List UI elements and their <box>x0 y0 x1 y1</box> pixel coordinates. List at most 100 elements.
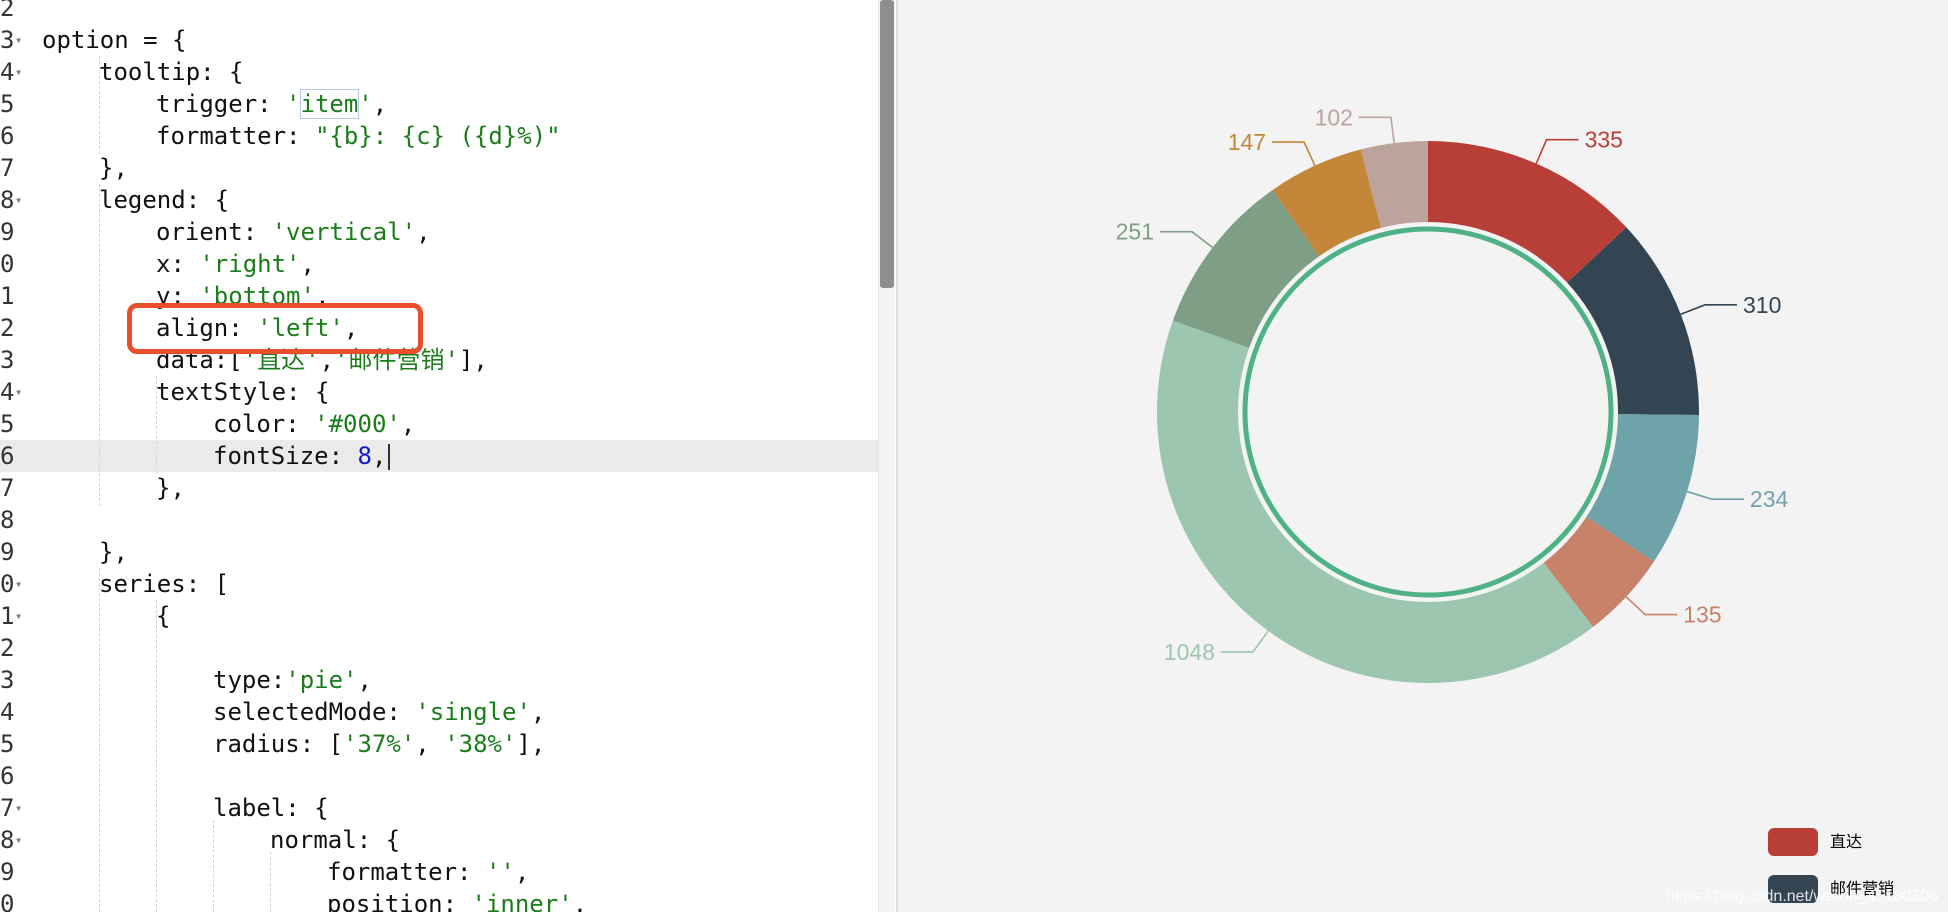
code-line[interactable]: 8 ▾ normal: { <box>0 824 895 856</box>
line-number: 2 <box>0 314 15 342</box>
code-line[interactable]: 5 trigger: 'item', <box>0 88 895 120</box>
fold-toggle-icon[interactable]: ▾ <box>15 824 22 856</box>
code-text[interactable]: formatter: '', <box>327 856 529 888</box>
line-number: 3 <box>0 346 15 374</box>
code-line[interactable]: 4 ▾ tooltip: { <box>0 56 895 88</box>
code-token: '37%' <box>343 730 416 758</box>
code-text[interactable]: radius: ['37%', '38%'], <box>213 728 545 760</box>
code-text[interactable]: option = { <box>42 24 187 56</box>
fold-toggle-icon[interactable]: ▾ <box>15 600 22 632</box>
code-line[interactable]: 0 position: 'inner', <box>0 888 895 912</box>
code-token: 'inner' <box>471 890 573 912</box>
code-text[interactable]: textStyle: { <box>156 376 329 408</box>
code-token: 'single' <box>415 698 531 726</box>
line-number: 3 <box>0 26 15 54</box>
code-line[interactable]: 7}, <box>0 152 895 184</box>
editor-scrollbar-thumb[interactable] <box>880 0 894 288</box>
code-token: color: <box>213 410 315 438</box>
code-token: legend: { <box>99 186 230 214</box>
code-token: formatter: <box>156 122 315 150</box>
fold-toggle-icon[interactable]: ▾ <box>15 792 22 824</box>
code-token: = <box>143 26 158 54</box>
code-text[interactable]: trigger: 'item', <box>156 88 387 120</box>
code-token: { <box>157 26 187 54</box>
code-text[interactable]: position: 'inner', <box>327 888 587 912</box>
code-text[interactable]: label: { <box>213 792 329 824</box>
line-number: 4 <box>0 698 15 726</box>
code-text[interactable]: }, <box>99 152 128 184</box>
fold-toggle-icon[interactable]: ▾ <box>15 568 22 600</box>
code-token: , <box>416 218 431 246</box>
code-text[interactable]: series: [ <box>99 568 229 600</box>
chart-preview-pane: 335 310 234 135 1048 251 147 102 直达 邮件营销 https:… <box>896 0 1948 912</box>
code-line[interactable]: 4 ▾ textStyle: { <box>0 376 895 408</box>
code-text[interactable]: legend: { <box>99 184 229 216</box>
code-line[interactable]: 9 formatter: '', <box>0 856 895 888</box>
code-line[interactable]: 3 type:'pie', <box>0 664 895 696</box>
code-line[interactable]: 4 selectedMode: 'single', <box>0 696 895 728</box>
slice-value-label: 135 <box>1683 602 1721 628</box>
code-token: , <box>372 90 388 118</box>
code-text[interactable]: type:'pie', <box>213 664 372 696</box>
code-line[interactable]: 9 orient: 'vertical', <box>0 216 895 248</box>
code-line[interactable]: 9}, <box>0 536 895 568</box>
code-line[interactable]: 5 radius: ['37%', '38%'], <box>0 728 895 760</box>
code-token: selectedMode: <box>213 698 416 726</box>
fold-toggle-icon[interactable]: ▾ <box>15 24 22 56</box>
code-token: fontSize: <box>213 442 358 470</box>
code-token: orient: <box>156 218 272 246</box>
code-line[interactable]: 7}, <box>0 472 895 504</box>
code-token: formatter: <box>327 858 486 886</box>
code-line[interactable]: 0 ▾ series: [ <box>0 568 895 600</box>
code-text[interactable]: fontSize: 8, <box>213 440 391 472</box>
code-editor[interactable]: 2 3 ▾ option = {4 ▾ tooltip: {5 trigger: 'item… <box>0 0 895 912</box>
code-text[interactable]: { <box>156 600 170 632</box>
code-token: tooltip: { <box>99 58 244 86</box>
legend-item-zhida[interactable]: 直达 <box>1768 828 1928 858</box>
code-line[interactable]: 3 ▾ option = { <box>0 24 895 56</box>
code-token: ], <box>458 346 488 374</box>
line-number: 5 <box>0 730 15 758</box>
fold-toggle-icon[interactable]: ▾ <box>15 376 22 408</box>
line-number: 4 <box>0 378 15 406</box>
code-text[interactable]: selectedMode: 'single', <box>213 696 545 728</box>
legend-label: 直达 <box>1830 832 1863 851</box>
code-line[interactable]: 0 x: 'right', <box>0 248 895 280</box>
code-line[interactable]: 2 <box>0 632 895 664</box>
code-token: '38%' <box>444 730 517 758</box>
line-number: 9 <box>0 218 15 246</box>
line-number: 1 <box>0 602 15 630</box>
code-line[interactable]: 7 ▾ label: { <box>0 792 895 824</box>
code-text[interactable]: normal: { <box>270 824 400 856</box>
code-line[interactable]: 5 color: '#000', <box>0 408 895 440</box>
donut-chart: 335 310 234 135 1048 251 147 102 <box>1116 104 1788 683</box>
code-line[interactable]: 6 <box>0 760 895 792</box>
indent-guide <box>99 184 100 506</box>
code-line[interactable]: 8 ▾ legend: { <box>0 184 895 216</box>
code-line[interactable]: 8 <box>0 504 895 536</box>
code-line[interactable]: 1 ▾ { <box>0 600 895 632</box>
fold-toggle-icon[interactable]: ▾ <box>15 56 22 88</box>
code-token: x: <box>156 250 200 278</box>
code-text[interactable]: color: '#000', <box>213 408 415 440</box>
code-text[interactable]: orient: 'vertical', <box>156 216 431 248</box>
code-line[interactable]: 6 formatter: "{b}: {c} ({d}%)" <box>0 120 895 152</box>
code-line[interactable]: 6 fontSize: 8, <box>0 440 895 472</box>
label-leader-line <box>1220 630 1269 653</box>
indent-guide <box>99 56 100 154</box>
code-token: '#000' <box>314 410 401 438</box>
code-token: , <box>530 698 546 726</box>
line-number: 4 <box>0 58 15 86</box>
code-text[interactable]: }, <box>156 472 185 504</box>
label-leader-line <box>1159 230 1214 249</box>
code-token: }, <box>99 538 128 566</box>
code-line[interactable]: 2 <box>0 0 895 24</box>
code-token: 8 <box>357 442 372 470</box>
code-text[interactable]: formatter: "{b}: {c} ({d}%)" <box>156 120 561 152</box>
code-text[interactable]: tooltip: { <box>99 56 244 88</box>
line-number: 9 <box>0 858 15 886</box>
code-token: { <box>156 602 171 630</box>
code-text[interactable]: }, <box>99 536 128 568</box>
fold-toggle-icon[interactable]: ▾ <box>15 184 22 216</box>
code-text[interactable]: x: 'right', <box>156 248 315 280</box>
